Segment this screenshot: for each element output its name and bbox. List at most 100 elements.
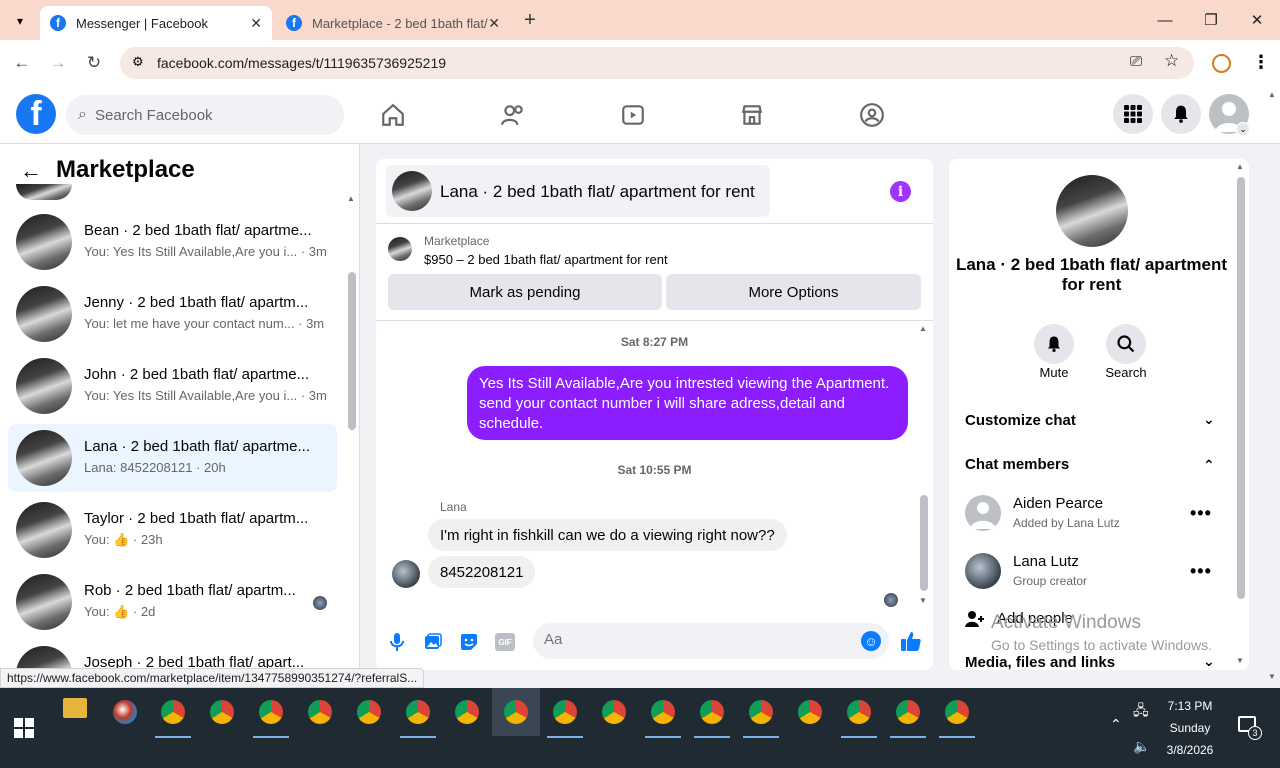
sticker-icon[interactable] bbox=[458, 631, 480, 653]
incoming-message-bubble[interactable]: I'm right in fishkill can we do a viewin… bbox=[428, 519, 787, 551]
friends-icon[interactable] bbox=[498, 100, 528, 130]
forward-button[interactable]: → bbox=[43, 48, 73, 78]
chrome-icon[interactable] bbox=[504, 700, 528, 724]
chrome-icon[interactable] bbox=[455, 700, 479, 724]
chrome-icon[interactable] bbox=[210, 700, 234, 724]
minimize-button[interactable]: — bbox=[1142, 0, 1188, 40]
details-scrollbar[interactable] bbox=[1237, 177, 1245, 599]
search-in-conversation-button[interactable] bbox=[1106, 324, 1146, 364]
member-name[interactable]: Aiden Pearce bbox=[1013, 495, 1103, 512]
close-tab-icon[interactable]: ✕ bbox=[250, 15, 262, 32]
chrome-icon[interactable] bbox=[896, 700, 920, 724]
chrome-icon[interactable] bbox=[406, 700, 430, 724]
conversation-item[interactable]: Bean · 2 bed 1bath flat/ apartme... You:… bbox=[8, 208, 337, 276]
back-button[interactable]: ← bbox=[7, 48, 37, 78]
address-bar[interactable]: ⚙ facebook.com/messages/t/11196357369252… bbox=[120, 47, 1194, 79]
scroll-up-arrow[interactable]: ▲ bbox=[347, 194, 355, 203]
member-name[interactable]: Lana Lutz bbox=[1013, 553, 1079, 570]
chrome-icon[interactable] bbox=[259, 700, 283, 724]
conversation-item[interactable]: Joseph · 2 bed 1bath flat/ apart... bbox=[8, 640, 337, 668]
site-info-icon[interactable]: ⚙ bbox=[132, 54, 144, 70]
clock-date[interactable]: 3/8/2026 bbox=[1150, 743, 1230, 757]
notifications-bell-icon[interactable] bbox=[1161, 94, 1201, 134]
member-options-icon[interactable]: ••• bbox=[1190, 503, 1212, 524]
gif-icon[interactable]: GIF bbox=[494, 631, 516, 653]
photo-attach-icon[interactable] bbox=[422, 631, 444, 653]
chrome-icon[interactable] bbox=[161, 700, 185, 724]
reload-button[interactable]: ↻ bbox=[79, 48, 109, 78]
message-composer[interactable]: ☺ bbox=[533, 623, 889, 659]
chrome-icon[interactable] bbox=[847, 700, 871, 724]
conversation-item[interactable]: Rob · 2 bed 1bath flat/ apartm... You: 👍… bbox=[8, 568, 337, 636]
menu-grid-button[interactable] bbox=[1113, 94, 1153, 134]
facebook-logo-icon[interactable]: f bbox=[16, 94, 56, 134]
install-app-icon[interactable]: ⎚ bbox=[1130, 53, 1142, 70]
scroll-up-arrow[interactable]: ▲ bbox=[919, 324, 927, 333]
outgoing-message-bubble[interactable]: Yes Its Still Available,Are you intreste… bbox=[467, 366, 908, 440]
scroll-up-arrow[interactable]: ▲ bbox=[1236, 162, 1244, 171]
member-avatar-default[interactable] bbox=[965, 495, 1001, 531]
video-icon[interactable] bbox=[618, 100, 648, 130]
tab-search-dropdown[interactable]: ▾ bbox=[8, 10, 32, 32]
more-options-button[interactable]: More Options bbox=[666, 274, 921, 310]
conversation-item-selected[interactable]: Lana · 2 bed 1bath flat/ apartme... Lana… bbox=[8, 424, 337, 492]
conversation-item[interactable]: Taylor · 2 bed 1bath flat/ apartm... You… bbox=[8, 496, 337, 564]
home-icon[interactable] bbox=[378, 100, 408, 130]
customize-chat-section[interactable]: Customize chat bbox=[965, 412, 1076, 429]
emoji-icon[interactable]: ☺ bbox=[861, 631, 881, 651]
listing-price-title[interactable]: $950 – 2 bed 1bath flat/ apartment for r… bbox=[424, 252, 668, 267]
chevron-down-icon[interactable]: ⌄ bbox=[1203, 653, 1215, 670]
chrome-icon[interactable] bbox=[798, 700, 822, 724]
new-tab-button[interactable]: + bbox=[518, 8, 542, 32]
page-scroll-down-arrow[interactable]: ▼ bbox=[1268, 672, 1276, 681]
mute-button[interactable] bbox=[1034, 324, 1074, 364]
chrome-icon[interactable] bbox=[308, 700, 332, 724]
chat-members-section[interactable]: Chat members bbox=[965, 456, 1069, 473]
start-windows-icon[interactable] bbox=[14, 718, 34, 743]
groups-icon[interactable] bbox=[857, 100, 887, 130]
chrome-icon[interactable] bbox=[602, 700, 626, 724]
restore-button[interactable]: ❐ bbox=[1188, 0, 1234, 40]
member-avatar[interactable] bbox=[965, 553, 1001, 589]
scroll-down-arrow[interactable]: ▼ bbox=[919, 596, 927, 605]
conversation-list-scrollbar[interactable] bbox=[348, 272, 356, 430]
browser-menu-icon[interactable]: ⋮ bbox=[1252, 52, 1270, 73]
network-icon[interactable]: 🖧 bbox=[1133, 700, 1149, 724]
search-facebook-field[interactable]: ⌕ Search Facebook bbox=[66, 95, 344, 135]
bookmark-star-icon[interactable]: ☆ bbox=[1164, 51, 1179, 71]
microphone-icon[interactable] bbox=[386, 631, 408, 653]
marketplace-icon[interactable] bbox=[737, 100, 767, 130]
chrome-icon[interactable] bbox=[357, 700, 381, 724]
chrome-icon[interactable] bbox=[700, 700, 724, 724]
hidden-icons-chevron[interactable]: ⌃ bbox=[1110, 716, 1122, 733]
paint-app-icon[interactable] bbox=[113, 700, 137, 724]
scroll-down-arrow[interactable]: ▼ bbox=[1236, 656, 1244, 665]
close-tab-icon[interactable]: ✕ bbox=[488, 15, 500, 32]
incoming-message-bubble[interactable]: 8452208121 bbox=[428, 556, 536, 588]
chrome-icon[interactable] bbox=[945, 700, 969, 724]
conversation-item[interactable]: Jenny · 2 bed 1bath flat/ apartm... You:… bbox=[8, 280, 337, 348]
conversation-info-icon[interactable]: i bbox=[890, 181, 911, 202]
clock-day[interactable]: Sunday bbox=[1150, 721, 1230, 735]
chat-header[interactable]: Lana · 2 bed 1bath flat/ apartment for r… bbox=[386, 165, 770, 217]
chevron-down-icon[interactable]: ⌄ bbox=[1203, 411, 1215, 428]
message-input[interactable] bbox=[544, 631, 844, 648]
file-explorer-icon[interactable] bbox=[63, 698, 87, 718]
page-scroll-up-arrow[interactable]: ▲ bbox=[1268, 90, 1276, 99]
account-chevron-icon[interactable]: ⌄ bbox=[1236, 122, 1250, 136]
sender-avatar[interactable] bbox=[392, 560, 420, 588]
mark-as-pending-button[interactable]: Mark as pending bbox=[388, 274, 662, 310]
conversation-item[interactable]: John · 2 bed 1bath flat/ apartme... You:… bbox=[8, 352, 337, 420]
volume-icon[interactable]: 🔈 bbox=[1133, 738, 1150, 755]
thumbs-up-like-icon[interactable] bbox=[898, 628, 924, 654]
chat-scrollbar[interactable] bbox=[920, 495, 928, 591]
add-person-icon[interactable] bbox=[965, 610, 985, 633]
clock-time[interactable]: 7:13 PM bbox=[1150, 699, 1230, 713]
listing-photo-large[interactable] bbox=[1056, 175, 1128, 247]
member-options-icon[interactable]: ••• bbox=[1190, 561, 1212, 582]
chrome-icon[interactable] bbox=[553, 700, 577, 724]
close-window-button[interactable]: ✕ bbox=[1234, 0, 1280, 40]
chrome-icon[interactable] bbox=[651, 700, 675, 724]
back-arrow-icon[interactable]: ← bbox=[20, 158, 42, 184]
tab-messenger[interactable]: f Messenger | Facebook ✕ bbox=[40, 6, 272, 40]
